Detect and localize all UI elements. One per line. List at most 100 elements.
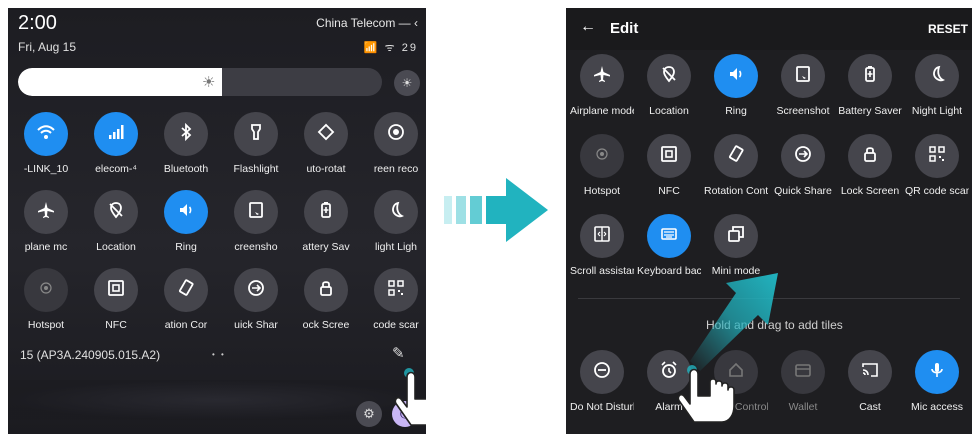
tile-button[interactable] <box>647 54 691 98</box>
quick-tile-bluetooth[interactable]: Bluetooth <box>154 112 218 175</box>
tile-button[interactable] <box>915 54 959 98</box>
tile-label: Screenshot <box>776 105 830 117</box>
tile-button[interactable] <box>714 54 758 98</box>
tile-label: Wallet <box>788 401 818 413</box>
quick-tile-rotation-control[interactable]: ation Cor <box>154 268 218 331</box>
brightness-fill <box>18 68 222 96</box>
quick-tile-wifi[interactable]: -LINK_10 <box>14 112 78 175</box>
tile-button[interactable] <box>374 268 418 312</box>
nfc-icon <box>106 278 126 303</box>
tile-button[interactable] <box>24 112 68 156</box>
tile-button[interactable] <box>234 268 278 312</box>
quick-tile-hotspot[interactable]: Hotspot <box>14 268 78 331</box>
quick-tile-ring[interactable]: Ring <box>154 190 218 253</box>
tile-label: Quick Share <box>774 185 832 197</box>
drag-hand-icon <box>677 365 735 423</box>
flashlight-icon <box>246 122 266 147</box>
quick-tile-night-light[interactable]: light Ligh <box>364 190 426 253</box>
tile-button[interactable] <box>164 190 208 234</box>
tile-button[interactable] <box>647 214 691 258</box>
quick-tile-screenshot[interactable]: creensho <box>224 190 288 253</box>
quick-tile-qr-code[interactable]: code scar <box>364 268 426 331</box>
quick-tile-location-off[interactable]: Location <box>637 54 701 117</box>
quick-tile-ring[interactable]: Ring <box>704 54 768 117</box>
quick-tile-night-light[interactable]: Night Light <box>905 54 969 117</box>
quick-tile-quick-share[interactable]: Quick Share <box>771 134 835 197</box>
auto-brightness-icon[interactable]: ☀ <box>394 70 420 96</box>
quick-tile-lock-screen[interactable]: ock Scree <box>294 268 358 331</box>
tile-button[interactable] <box>94 190 138 234</box>
quick-tile-do-not-disturb[interactable]: Do Not Disturb <box>570 350 634 413</box>
tile-button[interactable] <box>781 134 825 178</box>
tile-label: elecom-⁴ <box>95 163 137 175</box>
tile-button[interactable] <box>848 54 892 98</box>
tile-button[interactable] <box>580 214 624 258</box>
tile-button[interactable] <box>374 190 418 234</box>
hotspot-icon <box>592 144 612 169</box>
tile-button[interactable] <box>164 112 208 156</box>
tile-button[interactable] <box>647 134 691 178</box>
tile-button[interactable] <box>915 134 959 178</box>
quick-tile-nfc[interactable]: NFC <box>84 268 148 331</box>
quick-tile-hotspot[interactable]: Hotspot <box>570 134 634 197</box>
quick-tile-signal[interactable]: elecom-⁴ <box>84 112 148 175</box>
quick-tile-rotate[interactable]: uto-rotat <box>294 112 358 175</box>
quick-tile-nfc[interactable]: NFC <box>637 134 701 197</box>
ring-icon <box>726 64 746 89</box>
ring-icon <box>176 200 196 225</box>
tile-button[interactable] <box>304 190 348 234</box>
quick-tile-cast[interactable]: Cast <box>838 350 902 413</box>
quick-tile-battery-saver[interactable]: Battery Saver <box>838 54 902 117</box>
quick-tile-rotation-control[interactable]: Rotation Control <box>704 134 768 197</box>
quick-tile-flashlight[interactable]: Flashlight <box>224 112 288 175</box>
tile-button[interactable] <box>94 268 138 312</box>
tile-button[interactable] <box>915 350 959 394</box>
tile-button[interactable] <box>164 268 208 312</box>
tile-button[interactable] <box>848 350 892 394</box>
tile-label: uick Shar <box>234 319 278 331</box>
status-carrier: China Telecom — ‹ <box>316 16 418 30</box>
tile-label: NFC <box>658 185 680 197</box>
tile-button[interactable] <box>234 112 278 156</box>
quick-tile-airplane[interactable]: Airplane mode <box>570 54 634 117</box>
tile-button[interactable] <box>374 112 418 156</box>
scroll-assistant-icon <box>592 224 612 249</box>
tile-button[interactable] <box>714 134 758 178</box>
quick-tile-quick-share[interactable]: uick Shar <box>224 268 288 331</box>
quick-tile-airplane[interactable]: plane mc <box>14 190 78 253</box>
tile-button[interactable] <box>580 54 624 98</box>
tile-button[interactable] <box>304 112 348 156</box>
tile-button[interactable] <box>304 268 348 312</box>
qr-code-icon <box>386 278 406 303</box>
tile-button[interactable] <box>580 134 624 178</box>
edit-pencil-icon[interactable]: ✎ <box>392 344 405 362</box>
quick-tile-qr-code[interactable]: QR code scanner <box>905 134 969 197</box>
tile-button[interactable] <box>24 190 68 234</box>
settings-gear-icon[interactable]: ⚙ <box>356 401 382 427</box>
qr-code-icon <box>927 144 947 169</box>
back-arrow-icon[interactable]: ← <box>580 18 596 36</box>
quick-tile-location-off[interactable]: Location <box>84 190 148 253</box>
tile-button[interactable] <box>580 350 624 394</box>
tile-button[interactable] <box>848 134 892 178</box>
tile-button[interactable] <box>714 214 758 258</box>
rotate-icon <box>316 122 336 147</box>
cast-icon <box>860 360 880 385</box>
tile-button[interactable] <box>234 190 278 234</box>
tile-button[interactable] <box>24 268 68 312</box>
quick-tile-battery-saver[interactable]: attery Sav <box>294 190 358 253</box>
tile-label: plane mc <box>24 241 68 253</box>
drag-arrow <box>690 273 778 371</box>
brightness-slider[interactable]: ☀ <box>18 68 382 96</box>
quick-tile-screen-record[interactable]: reen reco <box>364 112 426 175</box>
tile-label: Flashlight <box>233 163 279 175</box>
tile-button[interactable] <box>781 54 825 98</box>
quick-tile-screenshot[interactable]: Screenshot <box>771 54 835 117</box>
quick-tile-mic[interactable]: Mic access <box>905 350 969 413</box>
night-light-icon <box>927 64 947 89</box>
transition-arrow <box>444 178 548 242</box>
quick-tile-lock-screen[interactable]: Lock Screen <box>838 134 902 197</box>
tile-button[interactable] <box>94 112 138 156</box>
reset-button[interactable]: RESET <box>928 22 968 36</box>
quick-tile-scroll-assistant[interactable]: Scroll assistant <box>570 214 634 277</box>
